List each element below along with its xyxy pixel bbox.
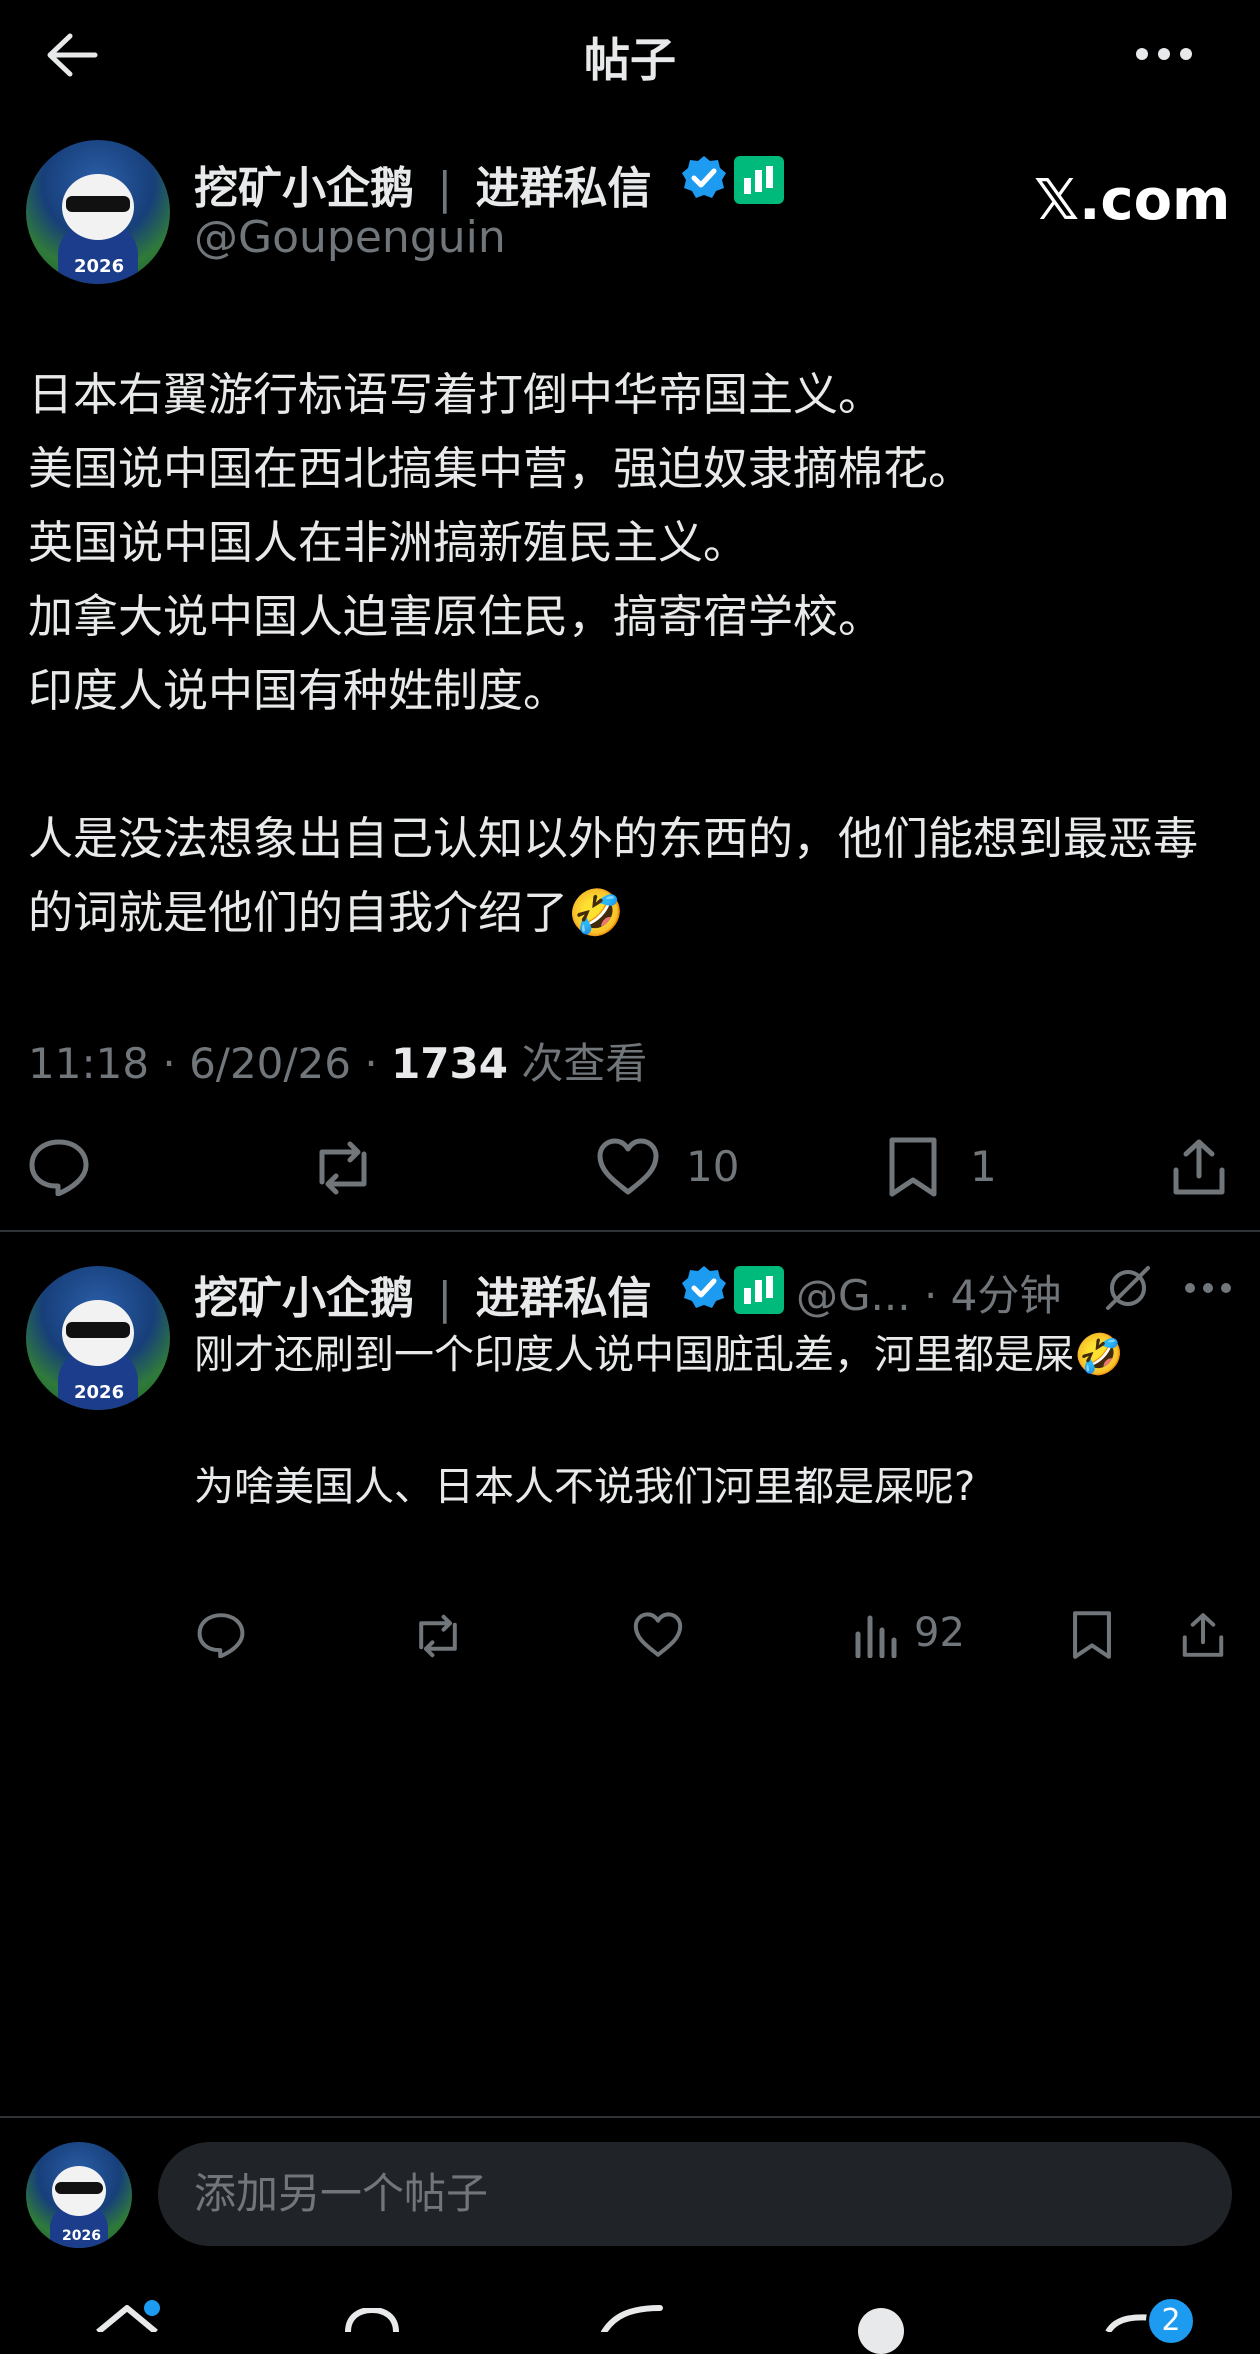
- post-meta: 11:18 · 6/20/26 · 1734 次查看: [28, 1030, 647, 1091]
- reply-repost-icon[interactable]: [410, 1612, 466, 1660]
- reply-views-count: 92: [914, 1610, 965, 1656]
- repost-icon[interactable]: [308, 1138, 378, 1198]
- reply-body: 刚才还刷到一个印度人说中国脏乱差，河里都是屎🤣 为啥美国人、日本人不说我们河里都…: [194, 1332, 1124, 1510]
- reply-avatar[interactable]: 2026: [26, 1266, 170, 1410]
- reply-affiliate-badge-icon: [734, 1266, 784, 1314]
- avatar[interactable]: 2026: [26, 140, 170, 284]
- home-notification-dot: [144, 2300, 160, 2316]
- nav-notifications-icon[interactable]: [858, 2308, 904, 2354]
- reply-views-icon[interactable]: [852, 1612, 898, 1658]
- composer-avatar: 2026: [26, 2142, 132, 2248]
- reply-share-icon[interactable]: [1180, 1610, 1226, 1660]
- affiliate-badge-icon: [734, 156, 784, 204]
- compose-reply-input[interactable]: 添加另一个帖子: [158, 2142, 1232, 2246]
- reply-verified-badge-icon: [680, 1264, 728, 1312]
- messages-badge: 2: [1146, 2296, 1196, 2346]
- reply-avatar-number: 2026: [74, 1382, 125, 1403]
- views-label: 次查看: [507, 1039, 648, 1088]
- post-body: 日本右翼游行标语写着打倒中华帝国主义。 美国说中国在西北搞集中营，强迫奴隶摘棉花…: [28, 368, 1199, 939]
- reply-icon[interactable]: [28, 1138, 90, 1196]
- reply-more-icon[interactable]: [1184, 1280, 1232, 1296]
- nav-search-icon[interactable]: [342, 2308, 402, 2332]
- xcom-watermark: 𝕏.com: [1034, 168, 1231, 233]
- avatar-number: 2026: [74, 256, 125, 277]
- post-timestamp: 11:18 · 6/20/26 ·: [28, 1039, 392, 1088]
- reply-handle-time[interactable]: @G... · 4分钟: [796, 1262, 1061, 1323]
- more-options-icon[interactable]: [1134, 44, 1194, 64]
- author-name-suffix[interactable]: 进群私信: [475, 163, 651, 214]
- like-count: 10: [686, 1142, 740, 1191]
- share-icon[interactable]: [1170, 1136, 1228, 1198]
- nav-grok-icon[interactable]: [600, 2304, 664, 2332]
- reply-reply-icon[interactable]: [196, 1612, 246, 1658]
- author-name-row[interactable]: 挖矿小企鹅 | 进群私信: [194, 152, 651, 216]
- composer-divider: [0, 2116, 1260, 2118]
- reply-author-name-suffix[interactable]: 进群私信: [475, 1273, 651, 1324]
- bookmark-count: 1: [970, 1142, 997, 1191]
- post-divider: [0, 1230, 1260, 1232]
- like-icon[interactable]: [596, 1138, 660, 1196]
- bookmark-icon[interactable]: [886, 1136, 940, 1198]
- views-count[interactable]: 1734: [391, 1039, 508, 1088]
- author-name[interactable]: 挖矿小企鹅: [194, 163, 414, 214]
- reply-author-row[interactable]: 挖矿小企鹅 | 进群私信: [194, 1262, 651, 1326]
- reply-name-separator: |: [437, 1273, 453, 1324]
- name-separator: |: [437, 163, 453, 214]
- page-title: 帖子: [584, 33, 676, 87]
- author-handle[interactable]: @Goupenguin: [194, 212, 506, 263]
- reply-bookmark-icon[interactable]: [1070, 1610, 1114, 1660]
- grok-icon[interactable]: [1104, 1264, 1152, 1312]
- composer-avatar-number: 2026: [62, 2228, 101, 2244]
- reply-author-name[interactable]: 挖矿小企鹅: [194, 1273, 414, 1324]
- reply-like-icon[interactable]: [632, 1612, 684, 1658]
- verified-badge-icon: [680, 154, 728, 202]
